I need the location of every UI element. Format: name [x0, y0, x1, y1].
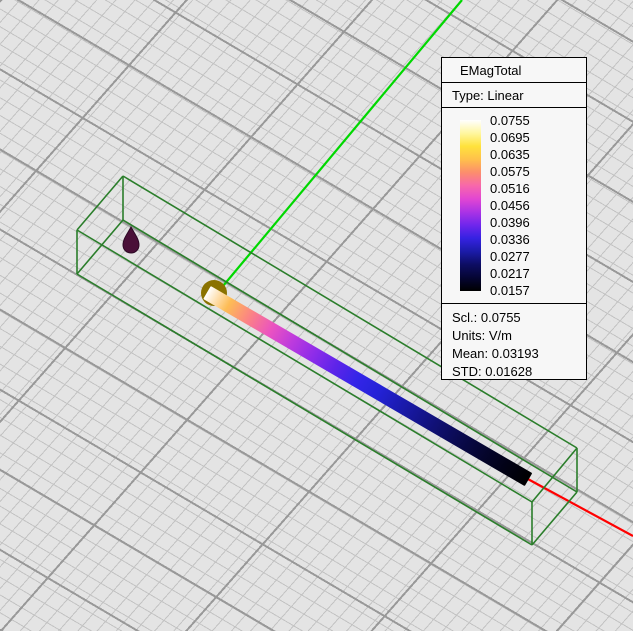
tick-label: 0.0396 — [490, 214, 530, 231]
3d-field-viewport[interactable]: EMagTotal Type: Linear 0.0755 0.0695 0.0… — [0, 0, 633, 631]
legend-title: EMagTotal — [442, 58, 586, 83]
legend-scale-type: Type: Linear — [442, 83, 586, 108]
tick-label: 0.0755 — [490, 112, 530, 129]
droplet-marker — [123, 227, 139, 253]
legend-color-scale: 0.0755 0.0695 0.0635 0.0575 0.0516 0.045… — [442, 108, 586, 304]
tick-label: 0.0157 — [490, 282, 530, 299]
tick-label: 0.0695 — [490, 129, 530, 146]
stat-mean: Mean: 0.03193 — [452, 345, 586, 363]
stat-scale: Scl.: 0.0755 — [452, 309, 586, 327]
tick-label: 0.0635 — [490, 146, 530, 163]
field-legend-panel[interactable]: EMagTotal Type: Linear 0.0755 0.0695 0.0… — [441, 57, 587, 380]
tick-label: 0.0456 — [490, 197, 530, 214]
tick-label: 0.0277 — [490, 248, 530, 265]
tick-label: 0.0575 — [490, 163, 530, 180]
tick-label: 0.0217 — [490, 265, 530, 282]
stat-std: STD: 0.01628 — [452, 363, 586, 381]
colorbar — [460, 120, 481, 291]
colorbar-tick-labels: 0.0755 0.0695 0.0635 0.0575 0.0516 0.045… — [490, 112, 530, 300]
stat-units: Units: V/m — [452, 327, 586, 345]
tick-label: 0.0516 — [490, 180, 530, 197]
tick-label: 0.0336 — [490, 231, 530, 248]
x-axis-line — [526, 478, 633, 536]
legend-stats: Scl.: 0.0755 Units: V/m Mean: 0.03193 ST… — [442, 304, 586, 381]
y-axis-line — [223, 0, 462, 286]
